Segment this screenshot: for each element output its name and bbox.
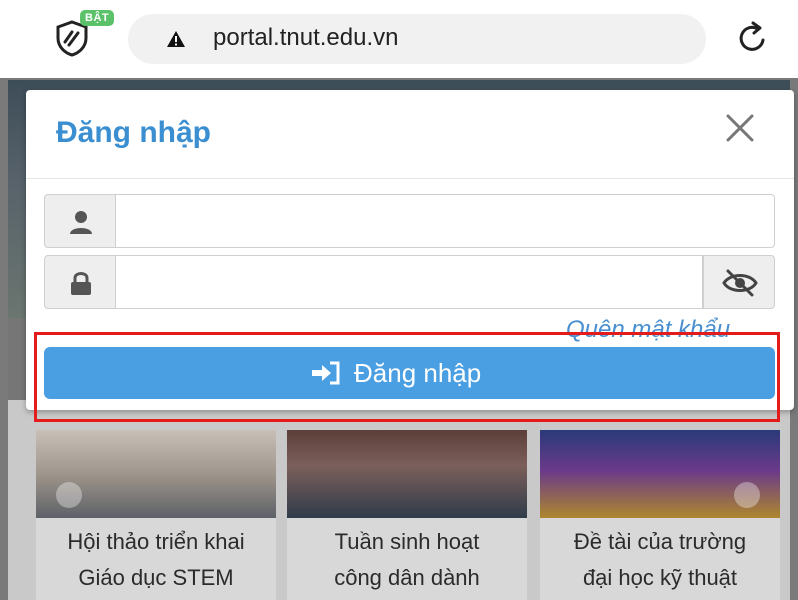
news-caption-line: Hội thảo triển khai <box>67 529 245 554</box>
address-bar[interactable]: portal.tnut.edu.vn <box>128 14 706 64</box>
shield-status-badge: BẬT <box>80 10 115 26</box>
news-card[interactable]: Hội thảo triển khai Giáo dục STEM <box>36 430 276 600</box>
username-row <box>44 194 775 248</box>
reload-icon[interactable] <box>733 18 773 58</box>
password-field[interactable] <box>116 255 703 309</box>
username-input[interactable] <box>116 195 774 247</box>
forgot-password-link[interactable]: Quên mật khẩu <box>566 316 730 344</box>
warning-icon[interactable] <box>166 30 186 48</box>
login-modal: Đăng nhập Quên mật khẩu Đăng nhập <box>26 90 794 410</box>
lock-icon <box>71 272 91 295</box>
carousel-prev-button[interactable] <box>56 482 82 508</box>
browser-toolbar: BẬT portal.tnut.edu.vn <box>0 0 798 78</box>
password-row <box>44 255 775 309</box>
login-button-label: Đăng nhập <box>354 358 482 388</box>
eye-slash-icon[interactable] <box>722 268 758 298</box>
news-caption: Đề tài của trường đại học kỹ thuật <box>540 518 780 600</box>
news-caption: Tuần sinh hoạt công dân dành <box>287 518 527 600</box>
user-icon <box>70 211 92 234</box>
password-input[interactable] <box>116 256 702 308</box>
toggle-password-button[interactable] <box>703 255 775 309</box>
modal-divider <box>26 178 794 179</box>
carousel-next-button[interactable] <box>734 482 760 508</box>
news-caption-line: đại học kỹ thuật <box>582 565 738 590</box>
news-caption-line: Đề tài của trường <box>573 529 747 554</box>
username-addon <box>44 194 116 248</box>
close-icon[interactable] <box>720 108 760 148</box>
username-field[interactable] <box>116 194 775 248</box>
sign-in-icon <box>312 361 340 385</box>
password-addon <box>44 255 116 309</box>
news-card[interactable]: Tuần sinh hoạt công dân dành <box>287 430 527 600</box>
news-caption-line: Tuần sinh hoạt <box>334 529 480 554</box>
news-caption-line: Giáo dục STEM <box>78 565 234 590</box>
news-caption-line: công dân dành <box>334 565 480 590</box>
login-button[interactable]: Đăng nhập <box>44 347 775 399</box>
news-card[interactable]: Đề tài của trường đại học kỹ thuật <box>540 430 780 600</box>
news-image <box>287 430 527 520</box>
url-text[interactable]: portal.tnut.edu.vn <box>213 24 398 52</box>
modal-title: Đăng nhập <box>56 116 211 149</box>
news-caption: Hội thảo triển khai Giáo dục STEM <box>36 518 276 600</box>
